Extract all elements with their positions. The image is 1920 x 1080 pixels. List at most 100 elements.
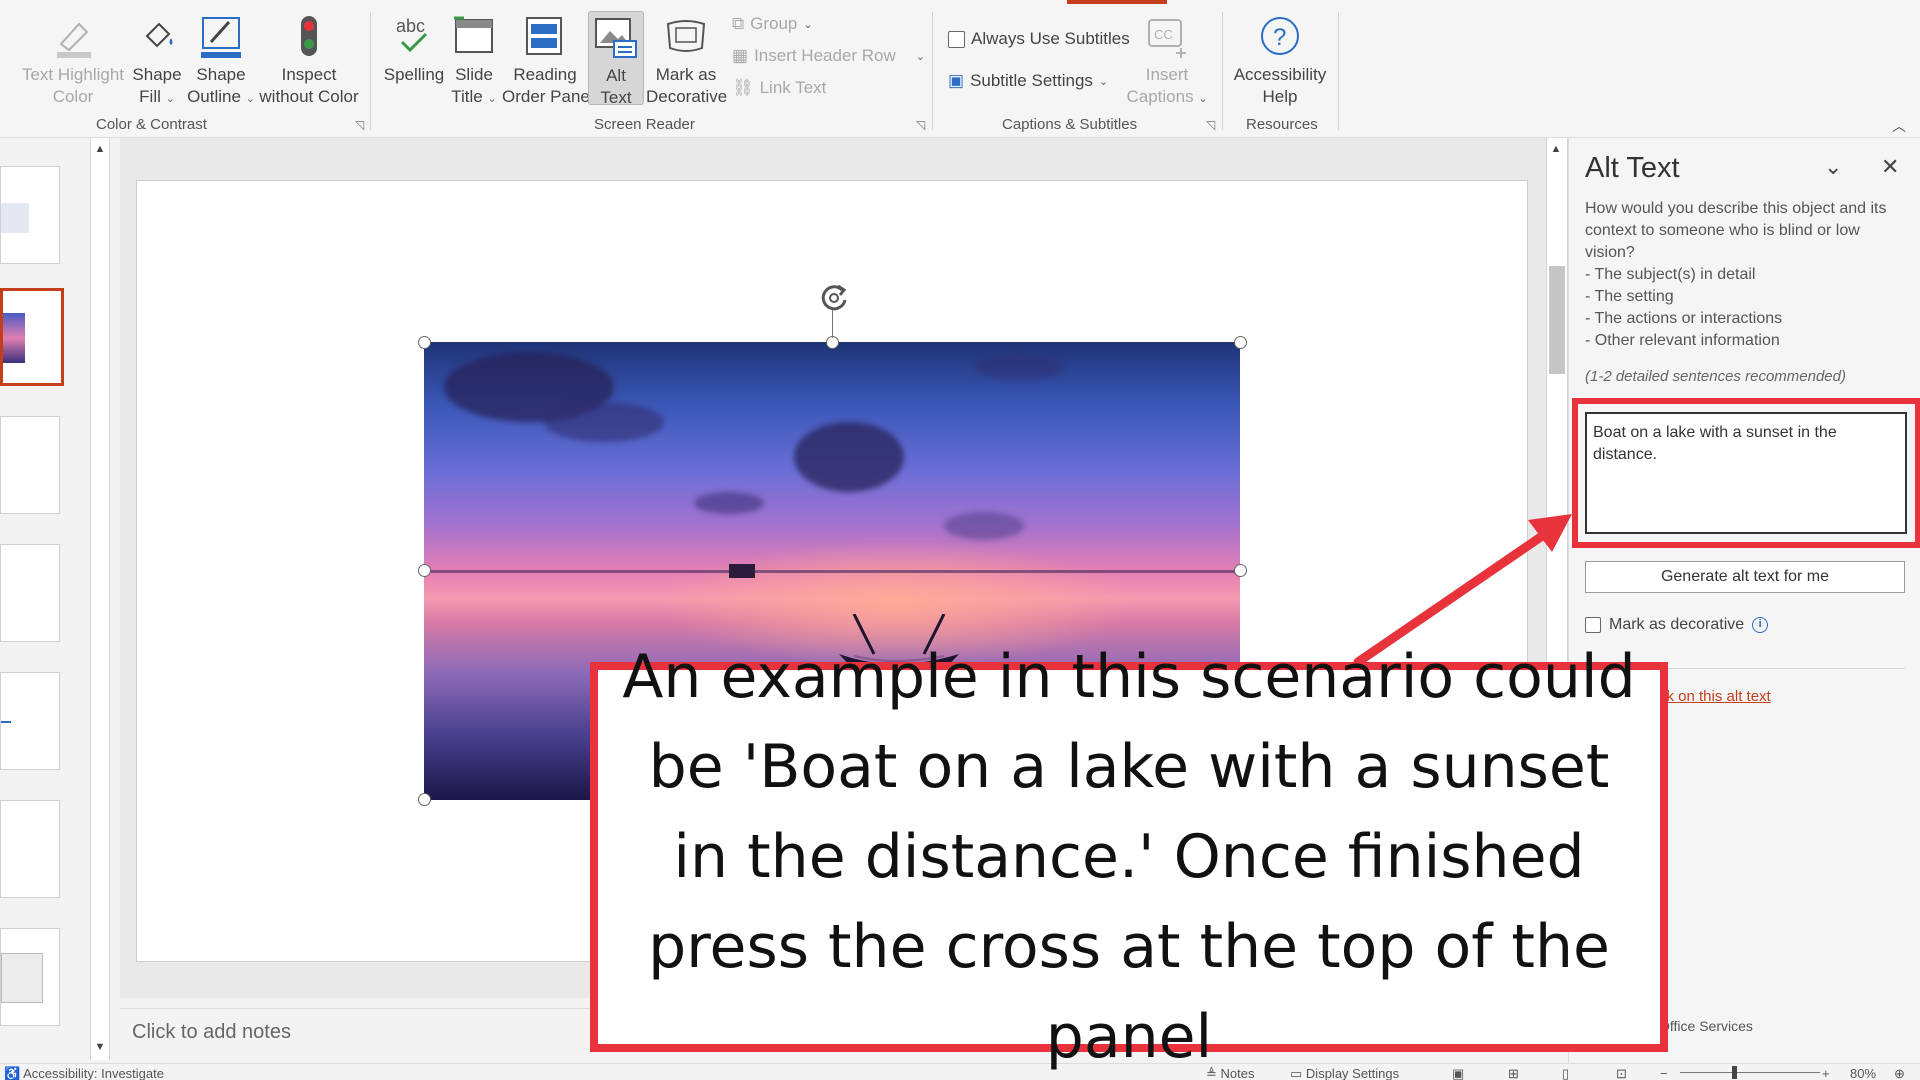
description-line: context to someone who is blind or low — [1585, 222, 1860, 239]
insert-header-row-button[interactable]: ▦ Insert Header Row ⌄ — [732, 46, 925, 66]
always-use-subtitles-label: Always Use Subtitles — [971, 29, 1130, 48]
resize-handle-top-right[interactable] — [1234, 336, 1247, 349]
shape-fill-button[interactable]: Shape Fill ⌄ — [130, 14, 184, 110]
fit-slide-icon[interactable]: ⊕ — [1894, 1066, 1905, 1080]
slide-title-label-1: Slide — [455, 65, 493, 84]
thumbnail-scrollbar[interactable]: ▲ ▼ — [90, 138, 110, 1060]
scroll-up-icon[interactable]: ▲ — [91, 140, 109, 158]
slide-thumbnail-pane: ▲ ▼ — [0, 138, 112, 1063]
reading-order-label-1: Reading — [513, 65, 577, 84]
chevron-down-icon: ⌄ — [1098, 75, 1109, 88]
accessibility-status-text: Accessibility: Investigate — [23, 1066, 164, 1080]
group-separator — [1338, 12, 1339, 130]
text-highlight-color-button[interactable]: Text Highlight Color — [18, 14, 128, 108]
reading-order-label-2: Order Pane — [502, 87, 590, 106]
group-label-screen-reader: Screen Reader — [594, 116, 695, 133]
scroll-down-icon[interactable]: ▼ — [91, 1038, 109, 1056]
alt-text-label-2: Text — [600, 88, 632, 107]
picture-cloud — [694, 492, 764, 514]
pane-description: How would you describe this object and i… — [1585, 198, 1905, 352]
reading-order-icon — [526, 17, 562, 55]
zoom-out-icon[interactable]: − — [1660, 1066, 1668, 1080]
traffic-light-icon — [301, 16, 317, 56]
mark-as-decorative-button[interactable]: Mark as Decorative — [646, 14, 728, 108]
always-use-subtitles-checkbox[interactable]: Always Use Subtitles — [948, 29, 1130, 49]
slide-thumbnail[interactable] — [0, 166, 60, 264]
slide-thumbnail[interactable] — [0, 416, 60, 514]
table-icon: ▦ — [732, 46, 749, 65]
chevron-down-icon[interactable]: ⌄ — [1824, 154, 1842, 180]
info-icon[interactable]: i — [1752, 617, 1769, 633]
zoom-slider-thumb[interactable] — [1732, 1066, 1737, 1079]
accessibility-help-button[interactable]: ? Accessibility Help — [1232, 14, 1328, 108]
slide-title-button[interactable]: Slide Title ⌄ — [448, 14, 500, 110]
alt-text-label-1: Alt — [606, 66, 626, 85]
shape-fill-label-2-text: Fill — [139, 87, 161, 106]
group-button[interactable]: ⧉ Group ⌄ — [732, 14, 813, 34]
link-text-label: Link Text — [759, 78, 827, 97]
accessibility-status[interactable]: ♿ Accessibility: Investigate — [4, 1066, 164, 1080]
captions-icon: CC — [1148, 19, 1186, 58]
chevron-down-icon: ⌄ — [1198, 93, 1208, 105]
reading-order-pane-button[interactable]: Reading Order Pane — [502, 14, 590, 108]
zoom-slider[interactable] — [1680, 1072, 1820, 1073]
ribbon: Text Highlight Color Shape Fill ⌄ Shape … — [0, 0, 1920, 138]
slide-thumbnail[interactable] — [0, 544, 60, 642]
slide-thumbnail[interactable] — [0, 800, 60, 898]
thumbnail-sunset-image — [3, 313, 25, 363]
picture-cloud — [974, 354, 1064, 380]
mark-decorative-label-2: Decorative — [646, 87, 728, 106]
alt-text-image-icon — [595, 18, 637, 58]
chevron-down-icon: ⌄ — [487, 93, 497, 105]
pen-outline-icon — [201, 17, 241, 58]
resize-handle-right[interactable] — [1234, 564, 1247, 577]
inspect-without-color-button[interactable]: Inspect without Color — [258, 14, 360, 108]
picture-cloud — [944, 512, 1024, 540]
subtitle-settings-button[interactable]: ▣ Subtitle Settings ⌄ — [948, 71, 1108, 91]
insert-captions-button[interactable]: CC Insert Captions ⌄ — [1122, 14, 1212, 110]
description-line: - The actions or interactions — [1585, 310, 1783, 327]
description-line: How would you describe this object and i… — [1585, 200, 1887, 217]
zoom-in-icon[interactable]: + — [1822, 1066, 1830, 1080]
description-line: vision? — [1585, 244, 1635, 261]
shape-outline-button[interactable]: Shape Outline ⌄ — [184, 14, 258, 110]
collapse-ribbon-icon[interactable]: ︿ — [1892, 116, 1906, 136]
insert-captions-label-1: Insert — [1145, 65, 1189, 84]
close-icon[interactable]: ✕ — [1881, 154, 1899, 180]
slide-thumbnail[interactable] — [0, 928, 60, 1026]
picture-hut — [729, 564, 755, 578]
zoom-level[interactable]: 80% — [1850, 1066, 1876, 1080]
dialog-launcher-icon[interactable]: ◹ — [916, 118, 925, 132]
shape-fill-label-2: Fill ⌄ — [130, 86, 184, 110]
spelling-button[interactable]: abc Spelling — [382, 14, 446, 86]
generate-alt-text-button[interactable]: Generate alt text for me — [1585, 561, 1905, 593]
feedback-link[interactable]: ck on this alt text — [1659, 688, 1771, 705]
scroll-up-icon[interactable]: ▲ — [1547, 140, 1565, 158]
slide-thumbnail[interactable] — [0, 672, 60, 770]
slide-thumbnail-selected[interactable] — [0, 288, 64, 386]
highlighter-icon — [57, 22, 91, 58]
scrollbar-thumb[interactable] — [1549, 266, 1565, 374]
slide-title-label-2-text: Title — [451, 87, 483, 106]
thumbnail-content — [1, 203, 29, 233]
pane-title: Alt Text — [1585, 152, 1680, 184]
text-highlight-label-1: Text Highlight — [21, 65, 125, 84]
dialog-launcher-icon[interactable]: ◹ — [1206, 118, 1215, 132]
resize-handle-bottom-left[interactable] — [418, 793, 431, 806]
insert-captions-label-2: Captions ⌄ — [1122, 86, 1212, 110]
resize-handle-left[interactable] — [418, 564, 431, 577]
alt-text-button[interactable]: Alt Text — [588, 11, 644, 107]
link-text-button[interactable]: ⛓ Link Text — [732, 78, 826, 98]
slide-title-icon — [454, 16, 493, 53]
help-question-icon: ? — [1261, 17, 1299, 55]
notes-placeholder: Click to add notes — [132, 1021, 291, 1043]
rotate-handle-icon[interactable] — [816, 280, 852, 316]
accessibility-help-label-2: Help — [1262, 87, 1298, 106]
dialog-launcher-icon[interactable]: ◹ — [355, 118, 364, 132]
resize-handle-top-left[interactable] — [418, 336, 431, 349]
alt-text-input[interactable]: Boat on a lake with a sunset in the dist… — [1585, 412, 1907, 534]
callout-text: An example in this scenario could be 'Bo… — [622, 642, 1636, 1072]
insert-captions-label-2-text: Captions — [1126, 87, 1194, 106]
office-services-link[interactable]: Office Services — [1659, 1018, 1753, 1034]
group-separator — [1222, 12, 1223, 130]
